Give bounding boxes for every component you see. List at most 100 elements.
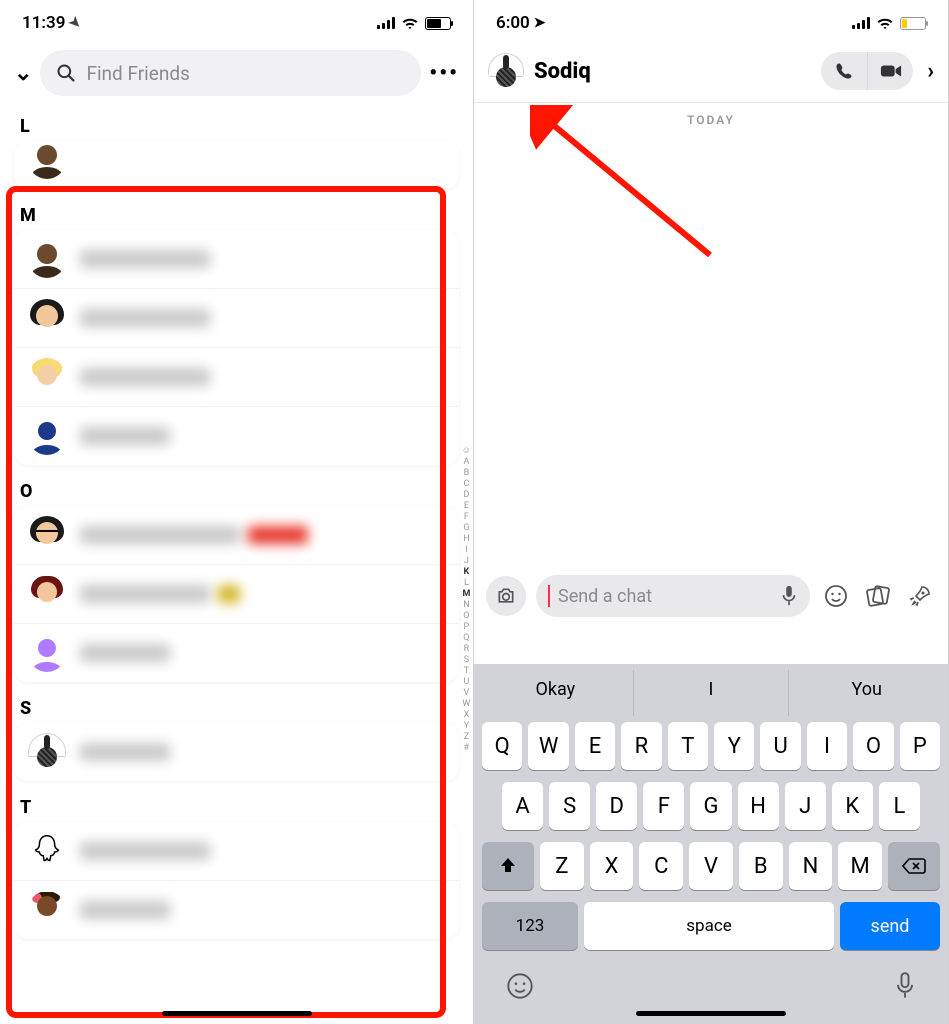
friend-row[interactable] bbox=[14, 407, 459, 465]
avatar bbox=[28, 516, 66, 554]
more-icon[interactable]: ••• bbox=[429, 61, 459, 86]
avatar bbox=[28, 240, 66, 278]
key-k[interactable]: K bbox=[832, 782, 873, 830]
gallery-button[interactable] bbox=[862, 584, 894, 608]
search-placeholder: Find Friends bbox=[86, 62, 189, 85]
chat-header: Sodiq › bbox=[474, 46, 948, 103]
key-c[interactable]: C bbox=[639, 842, 683, 890]
key-y[interactable]: Y bbox=[714, 722, 754, 770]
key-v[interactable]: V bbox=[689, 842, 733, 890]
friends-list[interactable]: L M bbox=[0, 110, 473, 1024]
mic-icon[interactable] bbox=[780, 585, 798, 607]
friend-row[interactable] bbox=[14, 230, 459, 289]
search-icon bbox=[56, 63, 76, 83]
key-j[interactable]: J bbox=[785, 782, 826, 830]
key-a[interactable]: A bbox=[502, 782, 543, 830]
mic-icon bbox=[894, 972, 916, 1000]
key-d[interactable]: D bbox=[596, 782, 637, 830]
key-u[interactable]: U bbox=[760, 722, 800, 770]
section-header: T bbox=[14, 791, 459, 822]
key-n[interactable]: N bbox=[789, 842, 833, 890]
friend-row[interactable] bbox=[14, 624, 459, 682]
contact-name[interactable]: Sodiq bbox=[534, 59, 811, 84]
key-h[interactable]: H bbox=[738, 782, 779, 830]
key-p[interactable]: P bbox=[900, 722, 940, 770]
section-header: O bbox=[14, 475, 459, 506]
key-b[interactable]: B bbox=[739, 842, 783, 890]
avatar bbox=[28, 358, 66, 396]
shift-icon bbox=[498, 856, 518, 876]
screen-chat: 6:00 ➤ Sodiq › TODAY bbox=[474, 0, 949, 1024]
key-t[interactable]: T bbox=[668, 722, 708, 770]
chevron-right-icon[interactable]: › bbox=[927, 59, 934, 84]
friend-row[interactable] bbox=[14, 289, 459, 348]
avatar bbox=[28, 575, 66, 613]
dictation-button[interactable] bbox=[894, 972, 916, 1006]
chat-input[interactable]: Send a chat bbox=[536, 575, 810, 617]
key-numbers[interactable]: 123 bbox=[482, 902, 578, 950]
chat-messages-area[interactable] bbox=[474, 137, 948, 567]
text-cursor bbox=[548, 585, 550, 607]
key-s[interactable]: S bbox=[549, 782, 590, 830]
section-card bbox=[14, 822, 459, 939]
home-indicator bbox=[636, 1011, 786, 1016]
rocket-button[interactable] bbox=[904, 584, 936, 608]
key-r[interactable]: R bbox=[621, 722, 661, 770]
chevron-down-icon[interactable]: ⌄ bbox=[14, 61, 32, 86]
location-icon: ➤ bbox=[534, 15, 546, 31]
chat-input-bar: Send a chat bbox=[474, 567, 948, 629]
find-friends-header: ⌄ Find Friends ••• bbox=[0, 46, 473, 110]
friend-row[interactable] bbox=[14, 723, 459, 781]
emoji-button[interactable] bbox=[820, 584, 852, 608]
key-w[interactable]: W bbox=[528, 722, 568, 770]
suggestion[interactable]: Okay bbox=[478, 670, 634, 716]
key-x[interactable]: X bbox=[590, 842, 634, 890]
video-call-button[interactable] bbox=[867, 52, 913, 90]
key-e[interactable]: E bbox=[575, 722, 615, 770]
friend-row[interactable] bbox=[14, 348, 459, 407]
key-m[interactable]: M bbox=[838, 842, 882, 890]
friend-name-blurred bbox=[80, 901, 445, 919]
friend-row[interactable] bbox=[14, 565, 459, 624]
camera-button[interactable] bbox=[486, 576, 526, 616]
friend-name-blurred bbox=[80, 309, 445, 327]
key-o[interactable]: O bbox=[853, 722, 893, 770]
cards-icon bbox=[865, 584, 891, 608]
friend-name-blurred bbox=[80, 743, 445, 761]
contact-avatar[interactable] bbox=[488, 53, 524, 89]
wifi-icon bbox=[401, 16, 419, 30]
signal-icon bbox=[852, 17, 870, 29]
screen-friends-list: 11:39 ➤ ⌄ Find Friends ••• L bbox=[0, 0, 474, 1024]
friend-row[interactable] bbox=[14, 141, 459, 189]
audio-call-button[interactable] bbox=[821, 52, 867, 90]
location-icon: ➤ bbox=[66, 13, 86, 33]
avatar bbox=[28, 141, 66, 179]
wifi-icon bbox=[876, 16, 894, 30]
signal-icon bbox=[377, 17, 395, 29]
key-l[interactable]: L bbox=[879, 782, 920, 830]
key-backspace[interactable] bbox=[888, 842, 940, 890]
suggestion[interactable]: I bbox=[634, 670, 790, 716]
alpha-index[interactable]: ☺ABCDEFGHIJKLMNOPQRSTUVWXYZ# bbox=[462, 445, 471, 753]
key-shift[interactable] bbox=[482, 842, 534, 890]
avatar bbox=[28, 733, 66, 771]
friend-name-blurred bbox=[80, 368, 445, 386]
key-q[interactable]: Q bbox=[482, 722, 522, 770]
key-send[interactable]: send bbox=[840, 902, 940, 950]
emoji-keyboard-button[interactable] bbox=[506, 972, 534, 1006]
friend-row[interactable] bbox=[14, 506, 459, 565]
suggestion[interactable]: You bbox=[789, 670, 944, 716]
friend-name-blurred bbox=[80, 842, 445, 860]
friend-name-blurred bbox=[80, 644, 445, 662]
camera-icon bbox=[496, 586, 516, 606]
keyboard-suggestions: Okay I You bbox=[478, 670, 944, 716]
key-i[interactable]: I bbox=[807, 722, 847, 770]
search-input[interactable]: Find Friends bbox=[40, 50, 421, 96]
friend-row[interactable] bbox=[14, 881, 459, 939]
key-z[interactable]: Z bbox=[540, 842, 584, 890]
avatar bbox=[28, 634, 66, 672]
friend-row[interactable] bbox=[14, 822, 459, 881]
key-space[interactable]: space bbox=[584, 902, 834, 950]
key-g[interactable]: G bbox=[690, 782, 731, 830]
key-f[interactable]: F bbox=[643, 782, 684, 830]
